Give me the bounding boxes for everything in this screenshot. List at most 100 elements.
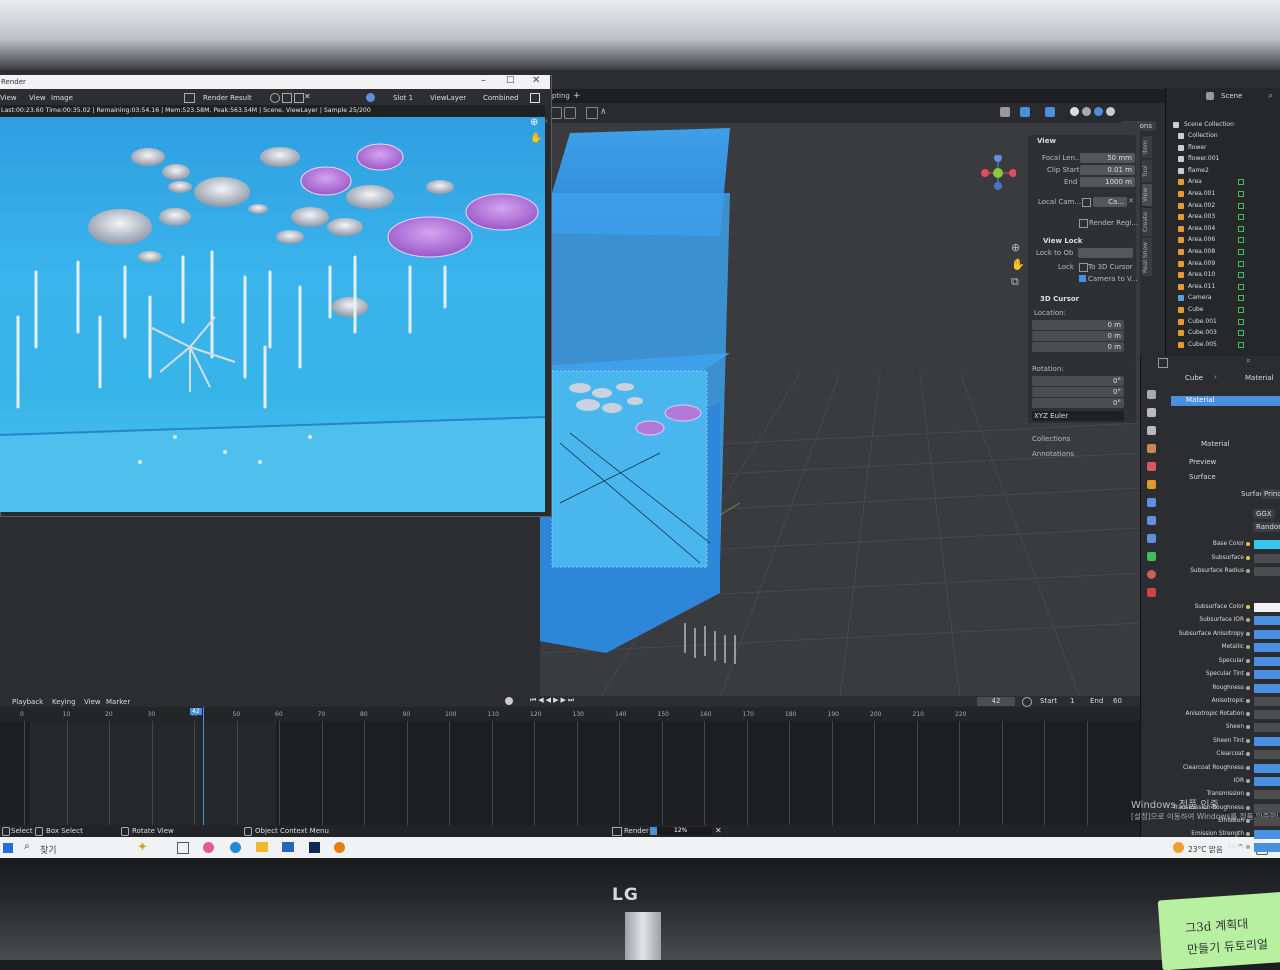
collections-panel[interactable]: Collections [1032, 435, 1070, 443]
timeline-menu-view[interactable]: View [84, 698, 101, 706]
object-tab-icon[interactable] [1147, 480, 1156, 489]
data-tab-icon[interactable] [1147, 552, 1156, 561]
input-value-field[interactable] [1254, 790, 1280, 799]
shading-rendered-icon[interactable] [1094, 107, 1103, 116]
object-data-icon[interactable] [1238, 295, 1244, 302]
input-value-field[interactable] [1254, 843, 1280, 852]
camera-to-view-checkbox[interactable] [1079, 275, 1086, 282]
subsurface-method-dropdown[interactable]: Random [1253, 522, 1280, 532]
socket-dot-icon[interactable] [1246, 832, 1250, 836]
outliner-row-cube[interactable]: Cube [1168, 305, 1278, 316]
input-value-field[interactable] [1254, 750, 1280, 759]
texture-tab-icon[interactable] [1147, 588, 1156, 597]
socket-dot-icon[interactable] [1246, 659, 1250, 663]
input-value-field[interactable] [1254, 630, 1280, 639]
outliner-row-area[interactable]: Area [1168, 177, 1278, 188]
socket-dot-icon[interactable] [1246, 712, 1250, 716]
scene-tab-icon[interactable] [1147, 444, 1156, 453]
outliner-row-flower-001[interactable]: flower.001 [1168, 154, 1278, 165]
distribution-dropdown[interactable]: GGX [1253, 509, 1275, 519]
input-row-sheen-tint[interactable]: Sheen Tint [1160, 737, 1280, 747]
input-row-anisotropic[interactable]: Anisotropic [1160, 697, 1280, 707]
socket-dot-icon[interactable] [1246, 686, 1250, 690]
socket-dot-icon[interactable] [1246, 605, 1250, 609]
input-row-emission[interactable]: Emission [1160, 817, 1280, 827]
input-row-specular[interactable]: Specular [1160, 657, 1280, 667]
material-tab-icon[interactable] [1147, 570, 1156, 579]
outliner-row-flame2[interactable]: flame2 [1168, 166, 1278, 177]
input-row-subsurface-ior[interactable]: Subsurface IOR [1160, 616, 1280, 626]
input-value-field[interactable] [1254, 554, 1280, 563]
cursor-rx-field[interactable]: 0° [1032, 376, 1124, 386]
input-value-field[interactable] [1254, 697, 1280, 706]
close-button[interactable]: ✕ [532, 75, 540, 86]
socket-dot-icon[interactable] [1246, 739, 1250, 743]
outliner-row-area-002[interactable]: Area.002 [1168, 201, 1278, 212]
material-slot-row[interactable]: Material [1171, 396, 1280, 406]
socket-dot-icon[interactable] [1246, 779, 1250, 783]
minimize-button[interactable]: – [481, 75, 486, 86]
input-value-field[interactable] [1254, 657, 1280, 666]
unlink-image-icon[interactable]: ✕ [304, 92, 311, 101]
maximize-button[interactable]: □ [506, 75, 515, 85]
annotations-panel[interactable]: Annotations [1032, 450, 1074, 458]
socket-dot-icon[interactable] [1246, 792, 1250, 796]
input-value-field[interactable] [1254, 540, 1280, 549]
object-data-icon[interactable] [1238, 237, 1244, 244]
input-row-subsurface-color[interactable]: Subsurface Color [1160, 603, 1280, 613]
view-layer-dropdown[interactable]: ViewLayer [430, 94, 466, 102]
end-frame-value[interactable]: 60 [1113, 697, 1122, 705]
surface-panel[interactable]: Surface [1189, 473, 1216, 481]
outliner-row-area-004[interactable]: Area.004 [1168, 224, 1278, 235]
properties-search-icon[interactable]: ⌕ [1246, 356, 1251, 366]
socket-dot-icon[interactable] [1246, 699, 1250, 703]
lock-to-object-field[interactable] [1078, 248, 1133, 258]
input-value-field[interactable] [1254, 737, 1280, 746]
view-lock-header[interactable]: View Lock [1043, 237, 1082, 245]
outliner-row-cube-001[interactable]: Cube.001 [1168, 317, 1278, 328]
render-region-checkbox[interactable] [1079, 219, 1088, 228]
shading-solid-icon[interactable] [1070, 107, 1079, 116]
render-result-image[interactable]: ⊕ ✋ [0, 117, 545, 512]
lock-to-cursor-checkbox[interactable] [1079, 263, 1088, 272]
cursor-z-field[interactable]: 0 m [1032, 342, 1124, 352]
outliner-root[interactable]: Scene Collection [1168, 120, 1278, 131]
cursor-ry-field[interactable]: 0° [1032, 387, 1124, 397]
properties-editor-icon[interactable] [1158, 358, 1168, 368]
tab-item[interactable]: Item [1142, 136, 1152, 158]
input-value-field[interactable] [1254, 817, 1280, 826]
render-menu-image[interactable]: Image [51, 94, 73, 102]
copilot-icon[interactable]: ✦ [137, 840, 148, 855]
tab-tool[interactable]: Tool [1142, 160, 1152, 182]
input-value-field[interactable] [1254, 723, 1280, 732]
add-workspace-button[interactable]: + [573, 91, 581, 101]
physics-tab-icon[interactable] [1147, 534, 1156, 543]
input-value-field[interactable] [1254, 684, 1280, 693]
socket-dot-icon[interactable] [1246, 672, 1250, 676]
socket-dot-icon[interactable] [1246, 632, 1250, 636]
socket-dot-icon[interactable] [1246, 569, 1250, 573]
fake-user-icon[interactable] [270, 93, 280, 103]
input-value-field[interactable] [1254, 603, 1280, 612]
local-camera-checkbox[interactable] [1082, 198, 1091, 207]
world-tab-icon[interactable] [1147, 462, 1156, 471]
object-data-icon[interactable] [1238, 283, 1244, 290]
snap-icon[interactable] [586, 107, 598, 119]
outliner-row-area-006[interactable]: Area.006 [1168, 235, 1278, 246]
cursor-x-field[interactable]: 0 m [1032, 320, 1124, 330]
view-section-header[interactable]: View [1037, 137, 1056, 145]
render-pan-icon[interactable]: ✋ [530, 133, 542, 144]
socket-dot-icon[interactable] [1246, 845, 1250, 849]
input-row-transmission[interactable]: Transmission [1160, 790, 1280, 800]
new-image-icon[interactable] [294, 93, 304, 103]
scene-name[interactable]: Scene [1221, 92, 1242, 100]
outliner-row-area-008[interactable]: Area.008 [1168, 247, 1278, 258]
file-explorer-icon[interactable] [256, 842, 268, 852]
object-data-icon[interactable] [1238, 202, 1244, 209]
tab-real-snow[interactable]: Real Snow [1142, 238, 1152, 276]
modifier-tab-icon[interactable] [1147, 498, 1156, 507]
socket-dot-icon[interactable] [1246, 542, 1250, 546]
object-data-icon[interactable] [1238, 330, 1244, 337]
input-row-anisotropic-rotation[interactable]: Anisotropic Rotation [1160, 710, 1280, 720]
particles-tab-icon[interactable] [1147, 516, 1156, 525]
